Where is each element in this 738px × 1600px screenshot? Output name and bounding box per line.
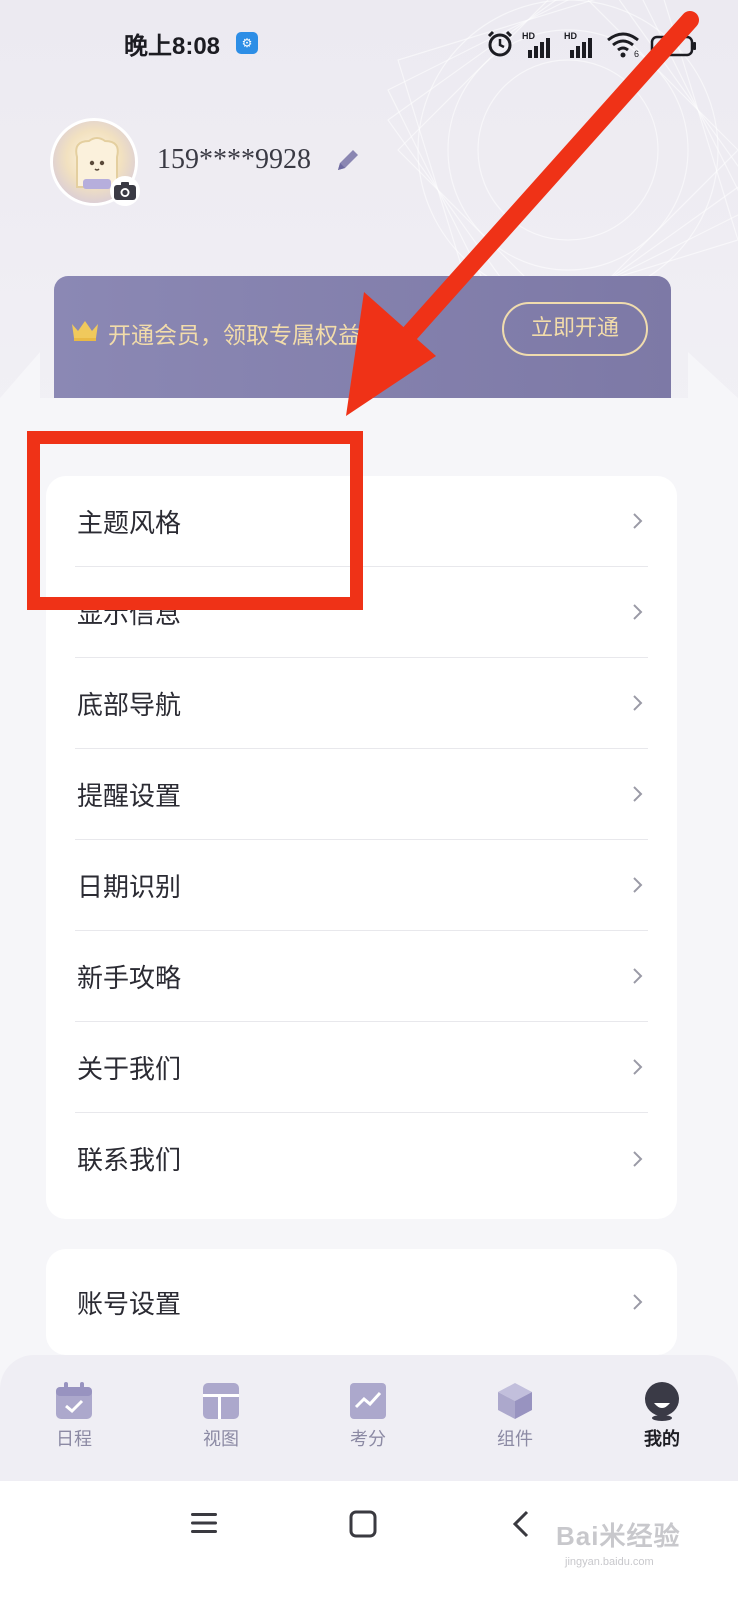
menu-item-contact-us[interactable]: 联系我们 — [75, 1113, 648, 1204]
chevron-right-icon — [633, 786, 643, 802]
layout-icon — [203, 1383, 239, 1419]
menu-item-label: 底部导航 — [77, 690, 182, 721]
chevron-right-icon — [633, 604, 643, 620]
home-icon[interactable] — [348, 1509, 378, 1539]
chevron-right-icon — [633, 1150, 643, 1167]
tab-scores[interactable]: 考分 — [328, 1381, 408, 1451]
menu-item-date-recognition[interactable]: 日期识别 — [75, 840, 648, 931]
tab-label: 组件 — [497, 1429, 533, 1450]
tab-label: 我的 — [644, 1429, 680, 1450]
baidu-watermark-url: jingyan.baidu.com — [565, 1556, 654, 1568]
tab-schedule[interactable]: 日程 — [34, 1381, 114, 1451]
menu-item-about-us[interactable]: 关于我们 — [75, 1022, 648, 1113]
baidu-watermark: Bai米经验 — [556, 1521, 681, 1551]
tab-widgets[interactable]: 组件 — [475, 1381, 555, 1451]
red-arrow-annotation — [346, 11, 699, 416]
account-card: 账号设置 — [46, 1249, 677, 1355]
profile-icon — [645, 1382, 679, 1421]
menu-item-label: 联系我们 — [77, 1146, 182, 1176]
menu-item-reminder-settings[interactable]: 提醒设置 — [75, 749, 648, 840]
menu-item-label: 提醒设置 — [77, 781, 182, 812]
chart-icon — [350, 1383, 386, 1419]
chevron-right-icon — [633, 513, 643, 529]
menu-item-bottom-navigation[interactable]: 底部导航 — [75, 658, 648, 749]
tab-label: 视图 — [203, 1429, 239, 1450]
menu-item-label: 新手攻略 — [77, 963, 182, 994]
cube-icon — [498, 1383, 532, 1419]
tab-view[interactable]: 视图 — [181, 1381, 261, 1451]
tab-label: 日程 — [56, 1429, 92, 1450]
menu-item-beginner-guide[interactable]: 新手攻略 — [75, 931, 648, 1022]
chevron-right-icon — [633, 695, 643, 711]
chevron-right-icon — [633, 877, 643, 893]
menu-item-label: 日期识别 — [77, 872, 182, 903]
chevron-right-icon — [633, 1059, 643, 1075]
chevron-right-icon — [633, 1294, 643, 1310]
menu-item-label: 关于我们 — [77, 1054, 182, 1085]
highlight-box-annotation — [27, 431, 363, 610]
back-icon[interactable] — [510, 1509, 532, 1539]
chevron-right-icon — [633, 968, 643, 984]
calendar-icon — [56, 1382, 92, 1419]
tab-mine[interactable]: 我的 — [622, 1381, 702, 1451]
menu-icon[interactable] — [190, 1509, 218, 1537]
menu-item-account-settings[interactable]: 账号设置 — [75, 1249, 648, 1355]
bottom-tab-bar: 日程 视图 考分 组件 我的 — [0, 1355, 738, 1481]
tab-label: 考分 — [350, 1429, 386, 1450]
menu-item-label: 账号设置 — [77, 1289, 182, 1320]
